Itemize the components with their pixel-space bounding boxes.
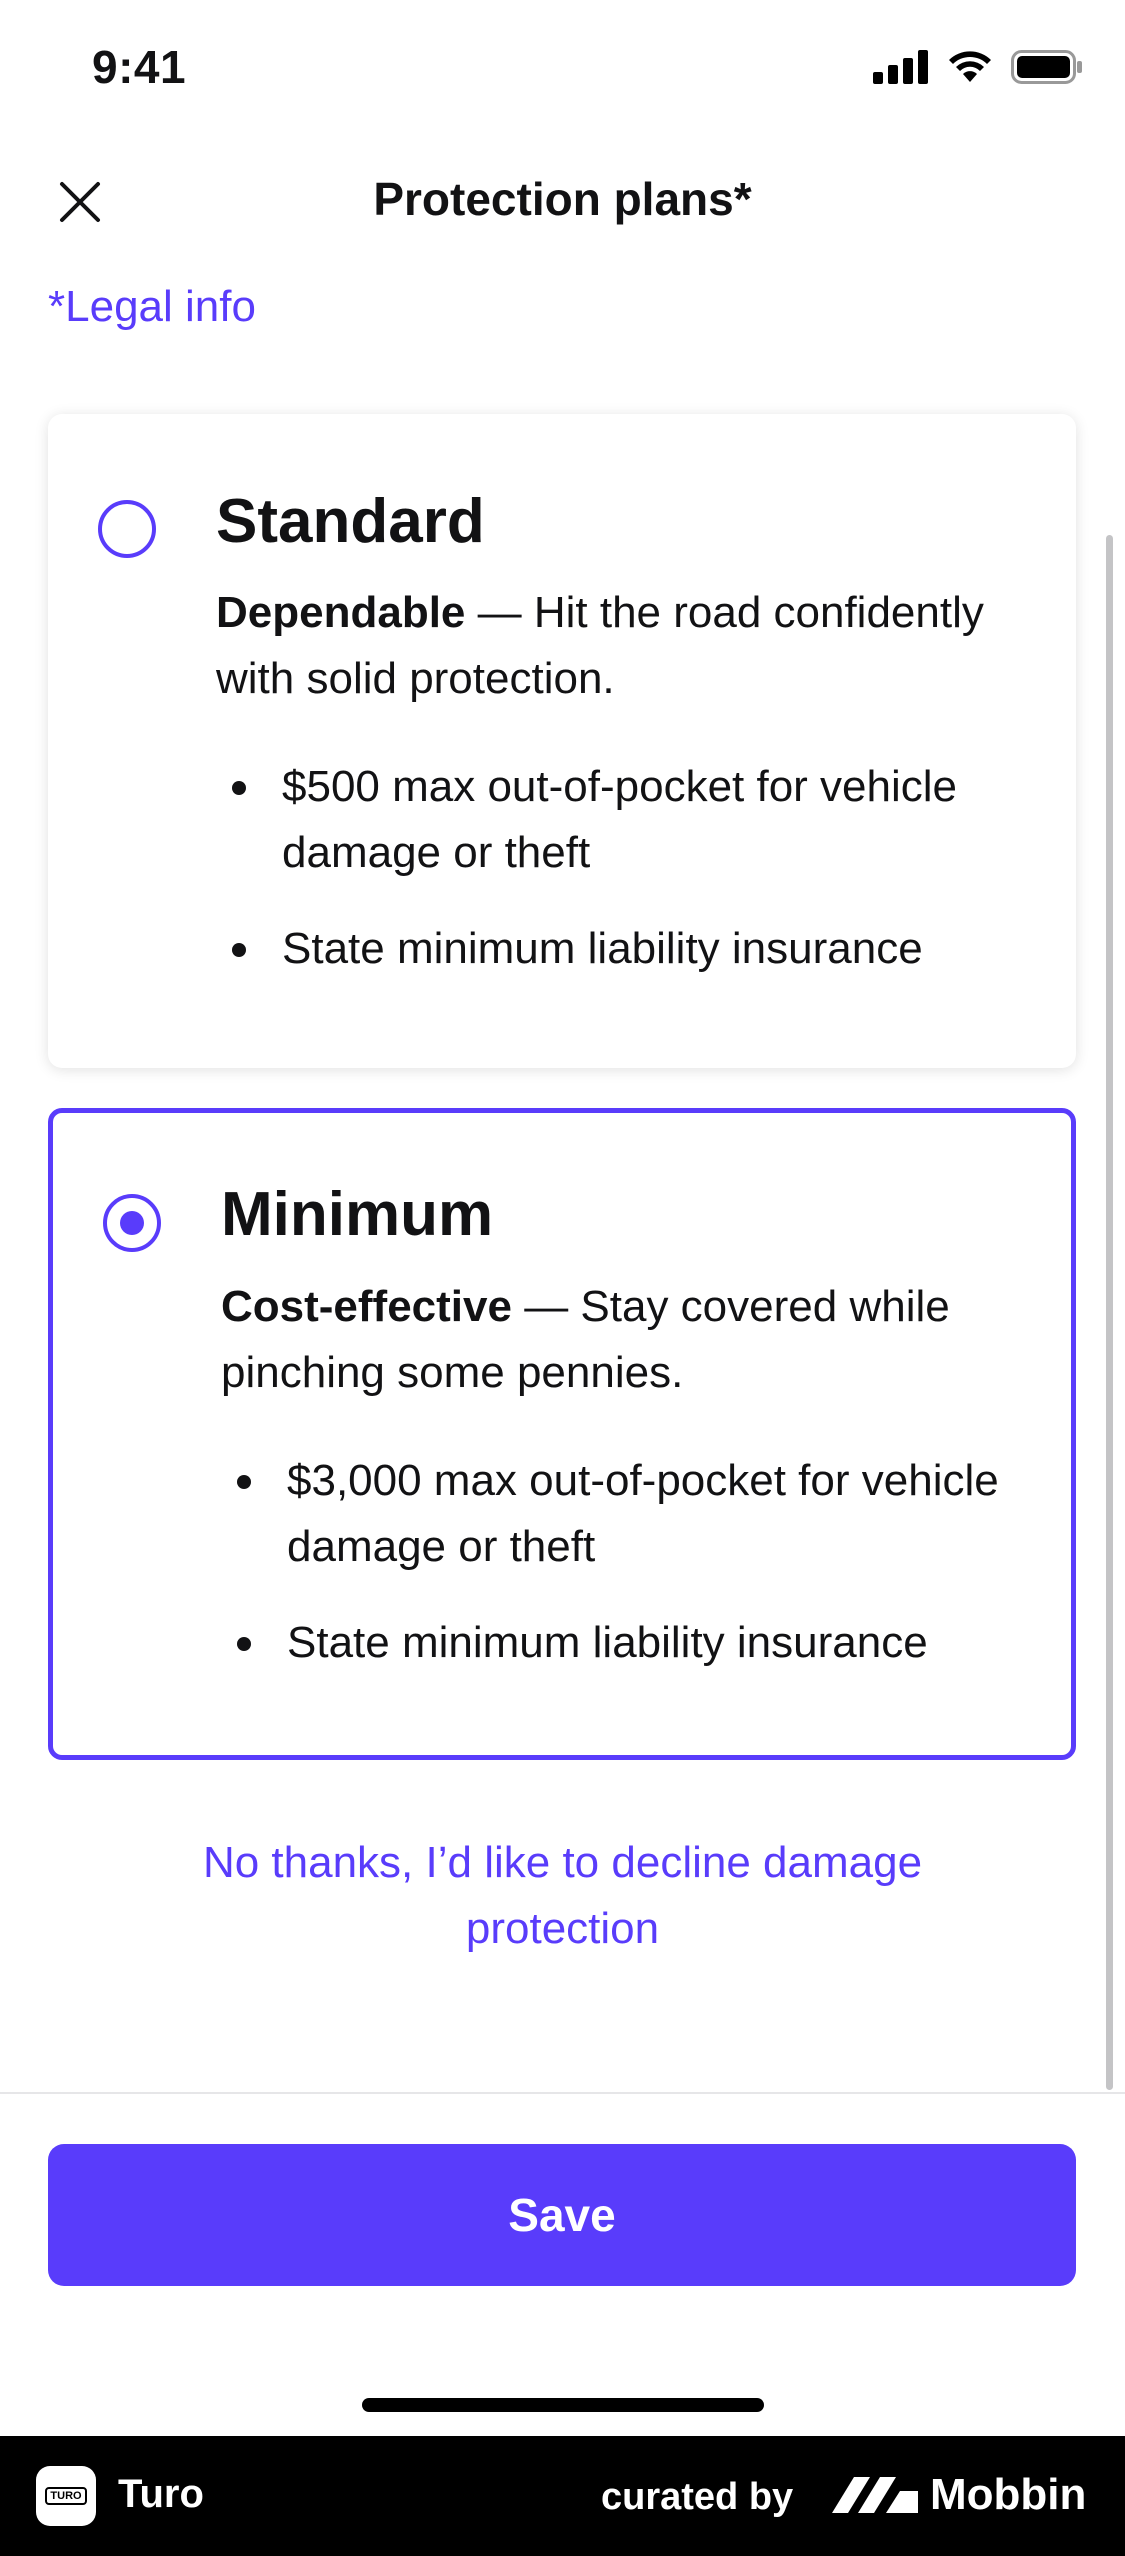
turo-app-icon-text: TURO [45, 2487, 87, 2505]
radio-minimum[interactable] [103, 1194, 161, 1252]
divider [0, 2092, 1125, 2094]
plan-bullets: $500 max out-of-pocket for vehicle damag… [216, 754, 1036, 1012]
plan-bullets: $3,000 max out-of-pocket for vehicle dam… [221, 1448, 1041, 1706]
plan-name: Minimum [221, 1180, 494, 1249]
plan-name: Standard [216, 487, 485, 556]
scrollbar[interactable] [1106, 535, 1113, 2090]
attribution-footer: TURO Turo curated by Mobbin [0, 2436, 1125, 2556]
mobbin-logo-icon [832, 2477, 918, 2513]
status-time: 9:41 [92, 41, 187, 93]
status-icons [873, 50, 1083, 84]
plan-bullet: State minimum liability insurance [216, 916, 1036, 982]
mobbin-logo: Mobbin [832, 2470, 1086, 2520]
status-bar: 9:41 [0, 0, 1125, 140]
plan-tagline: Cost-effective [221, 1282, 512, 1331]
wifi-icon [949, 51, 991, 82]
decline-protection-link[interactable]: No thanks, I’d like to decline damage pr… [120, 1830, 1005, 1962]
page-title: Protection plans* [373, 173, 752, 225]
battery-icon [1011, 50, 1082, 84]
nav-bar: Protection plans* [0, 150, 1125, 250]
mobbin-brand: Mobbin [930, 2470, 1087, 2519]
legal-info-link[interactable]: *Legal info [48, 282, 256, 332]
plan-card-minimum[interactable]: Minimum Cost-effective — Stay covered wh… [48, 1108, 1076, 1760]
home-indicator [362, 2398, 764, 2412]
plan-description: Dependable — Hit the road confidently wi… [216, 580, 1016, 712]
plan-bullet: $3,000 max out-of-pocket for vehicle dam… [221, 1448, 1041, 1580]
plan-bullet: $500 max out-of-pocket for vehicle damag… [216, 754, 1036, 886]
radio-standard[interactable] [98, 500, 156, 558]
save-button[interactable]: Save [48, 2144, 1076, 2286]
plan-tagline: Dependable [216, 588, 466, 637]
turo-app-icon: TURO [36, 2466, 96, 2526]
plan-card-standard[interactable]: Standard Dependable — Hit the road confi… [48, 414, 1076, 1068]
plan-description: Cost-effective — Stay covered while pinc… [221, 1274, 1021, 1406]
plan-bullet: State minimum liability insurance [221, 1610, 1041, 1676]
app-name: Turo [118, 2472, 204, 2516]
curated-by-label: curated by [601, 2476, 794, 2518]
cellular-signal-icon [873, 50, 928, 84]
